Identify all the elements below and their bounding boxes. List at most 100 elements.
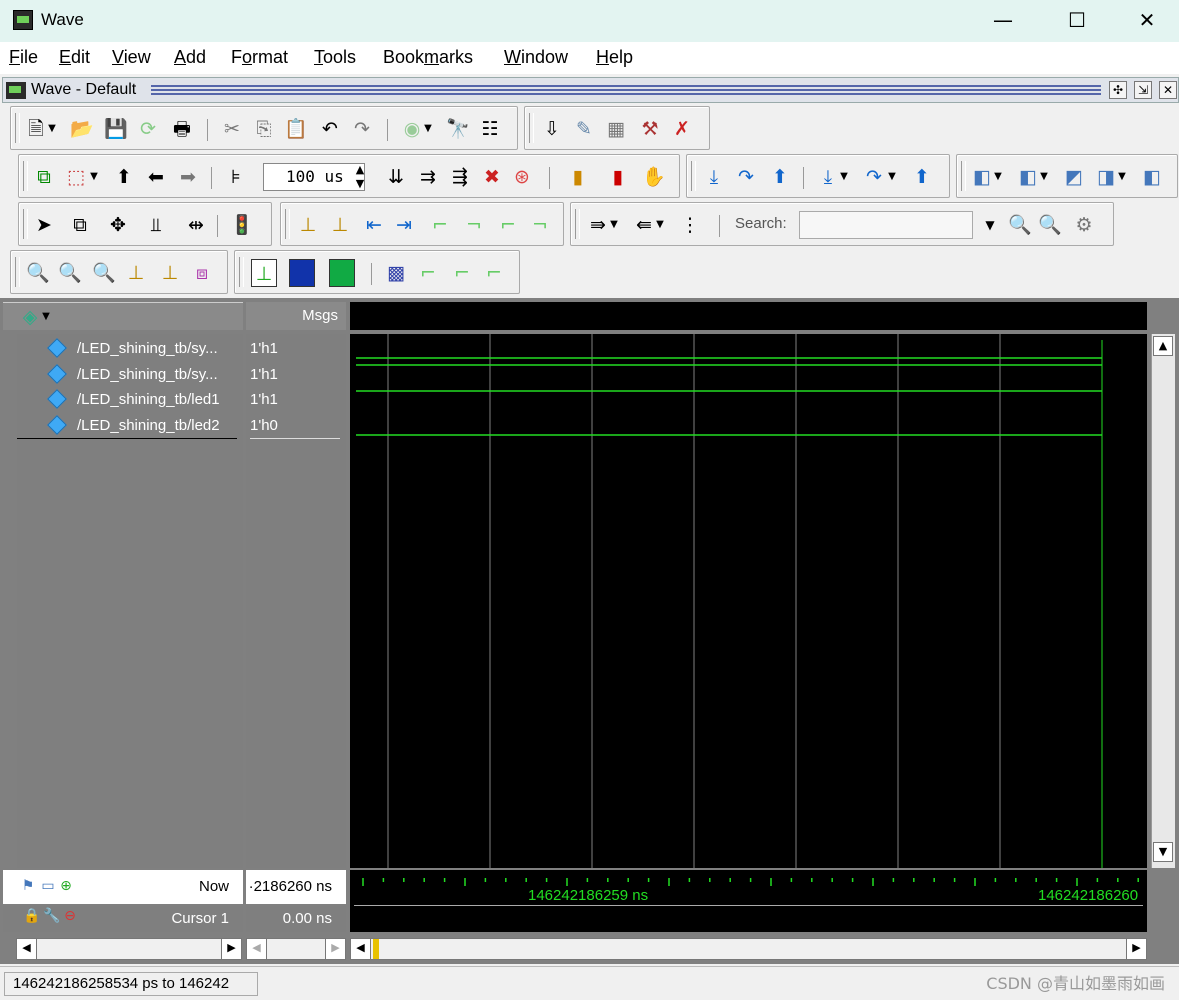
simulate-icon[interactable]: ⬚: [63, 163, 89, 191]
wave-bus-icon[interactable]: [289, 259, 315, 287]
run-length-input[interactable]: 100 us: [263, 163, 365, 191]
vertical-scrollbar[interactable]: ▲ ▼: [1151, 334, 1175, 868]
wave-window-titlebar[interactable]: Wave - Default ✣ ⇲ ✕: [2, 77, 1179, 103]
close-button[interactable]: ✕: [1112, 0, 1179, 42]
dropdown-arrow-icon[interactable]: ▼: [87, 163, 101, 191]
grid-icon[interactable]: ▦: [603, 115, 629, 143]
minimize-button[interactable]: —: [968, 0, 1038, 42]
wave-hscrollbar[interactable]: ◀ ▶: [350, 938, 1147, 960]
wave-fill-icon[interactable]: ▩: [383, 259, 409, 287]
open-folder-icon[interactable]: 📂: [69, 115, 95, 143]
dropdown-arrow-icon[interactable]: ▼: [1115, 163, 1129, 191]
run-icon[interactable]: ⇊: [383, 163, 409, 191]
print-icon[interactable]: 🖶: [169, 115, 195, 143]
edge-rise-icon[interactable]: ⌐: [427, 211, 453, 239]
zoom-full-icon[interactable]: 🔍: [91, 259, 117, 287]
layout-more-icon[interactable]: ◧: [1139, 163, 1165, 191]
wave-line-icon[interactable]: ⊥: [251, 259, 277, 287]
stop-icon[interactable]: ⊛: [509, 163, 535, 191]
dropdown-arrow-icon[interactable]: ▼: [885, 163, 899, 191]
scroll-down-icon[interactable]: ▼: [1153, 842, 1173, 862]
hand-icon[interactable]: ✋: [641, 163, 667, 191]
zoom-out-icon[interactable]: 🔍: [57, 259, 83, 287]
dropdown-arrow-icon[interactable]: ▼: [837, 163, 851, 191]
menu-add[interactable]: Add: [174, 47, 206, 68]
layout-config-icon[interactable]: ◩: [1061, 163, 1087, 191]
step-over-icon[interactable]: ↷: [733, 163, 759, 191]
scroll-right-icon[interactable]: ▶: [221, 939, 241, 959]
back-arrow-icon[interactable]: ⬅: [143, 163, 169, 191]
menu-bookmarks[interactable]: Bookmarks: [383, 47, 473, 68]
redo-icon[interactable]: ↷: [349, 115, 375, 143]
search-dropdown-icon[interactable]: ▼: [977, 211, 1003, 239]
run-length-spinner[interactable]: ▲ ▼: [351, 163, 369, 191]
scroll-left-icon[interactable]: ◀: [17, 939, 37, 959]
close-pane-icon[interactable]: ✕: [1159, 81, 1177, 99]
undo-icon[interactable]: ↶: [317, 115, 343, 143]
edit-mode-icon[interactable]: ⫫: [143, 211, 169, 239]
wave-step3-icon[interactable]: ⌐: [481, 259, 507, 287]
add-cursor-green-icon[interactable]: ⊕: [53, 872, 79, 900]
names-hscrollbar[interactable]: ◀ ▶: [16, 938, 242, 960]
dropdown-arrow-icon[interactable]: ▼: [1037, 163, 1051, 191]
edge-next-icon[interactable]: ¬: [527, 211, 553, 239]
remove-cursor-icon[interactable]: ⊖: [57, 902, 83, 930]
dropdown-arrow-icon[interactable]: ▼: [421, 115, 435, 143]
list-icon[interactable]: ☷: [477, 115, 503, 143]
scroll-right-icon[interactable]: ▶: [325, 939, 345, 959]
break-icon[interactable]: ✖: [479, 163, 505, 191]
search-next-icon[interactable]: 🔍: [1007, 211, 1033, 239]
dropdown-arrow-icon[interactable]: ▼: [607, 211, 621, 239]
binoculars-icon[interactable]: 🔭: [445, 115, 471, 143]
signal-row[interactable]: /LED_shining_tb/led1: [17, 387, 243, 412]
memory-icon[interactable]: ▮: [605, 163, 631, 191]
prev-edge-icon[interactable]: ⇤: [361, 211, 387, 239]
up-arrow-icon[interactable]: ⬆: [111, 163, 137, 191]
reload-icon[interactable]: ⟳: [135, 115, 161, 143]
save-icon[interactable]: 💾: [103, 115, 129, 143]
dock-icon[interactable]: ✣: [1109, 81, 1127, 99]
step-out-wave-icon[interactable]: ⬆: [909, 163, 935, 191]
scroll-right-icon[interactable]: ▶: [1126, 939, 1146, 959]
dropdown-arrow-icon[interactable]: ▼: [991, 163, 1005, 191]
combine-icon[interactable]: ⋮: [677, 211, 703, 239]
paste-icon[interactable]: 📋: [283, 115, 309, 143]
pan-mode-icon[interactable]: ✥: [105, 211, 131, 239]
zoom-cursor-icon[interactable]: ⊥: [123, 259, 149, 287]
wave-step-icon[interactable]: ⌐: [415, 259, 441, 287]
scroll-left-icon[interactable]: ◀: [351, 939, 371, 959]
menu-view[interactable]: View: [112, 47, 151, 68]
zoom-mode-icon[interactable]: ⧉: [67, 211, 93, 239]
search-options-icon[interactable]: ⚙: [1071, 211, 1097, 239]
edge-prev-icon[interactable]: ⌐: [495, 211, 521, 239]
zoom-in-icon[interactable]: 🔍: [25, 259, 51, 287]
continue-run-icon[interactable]: ⇉: [415, 163, 441, 191]
delete-cursor-icon[interactable]: ⊥: [327, 211, 353, 239]
tools-icon[interactable]: ⚒: [637, 115, 663, 143]
zoom-range-icon[interactable]: ⊥: [157, 259, 183, 287]
menu-file[interactable]: File: [9, 47, 38, 68]
select-mode-icon[interactable]: ➤: [31, 211, 57, 239]
menu-help[interactable]: Help: [596, 47, 633, 68]
insert-icon[interactable]: ⇩: [539, 115, 565, 143]
wave-grid-icon[interactable]: [329, 259, 355, 287]
next-edge-icon[interactable]: ⇥: [391, 211, 417, 239]
zoom-area-icon[interactable]: ⧈: [189, 259, 215, 287]
scroll-up-icon[interactable]: ▲: [1153, 336, 1173, 356]
menu-window[interactable]: Window: [504, 47, 568, 68]
edge-fall-icon[interactable]: ¬: [461, 211, 487, 239]
dropdown-arrow-icon[interactable]: ▼: [653, 211, 667, 239]
dropdown-arrow-icon[interactable]: ▼: [45, 115, 59, 143]
add-cursor-icon[interactable]: ⊥: [295, 211, 321, 239]
menu-format[interactable]: Format: [231, 47, 288, 68]
delete-icon[interactable]: ✗: [669, 115, 695, 143]
undock-icon[interactable]: ⇲: [1134, 81, 1152, 99]
wave-pane[interactable]: [350, 334, 1147, 868]
forward-arrow-icon[interactable]: ➡: [175, 163, 201, 191]
signal-row[interactable]: /LED_shining_tb/sy...: [17, 362, 243, 387]
dropdown-arrow-icon[interactable]: ▼: [39, 303, 53, 331]
stretch-mode-icon[interactable]: ⇹: [183, 211, 209, 239]
menu-tools[interactable]: Tools: [314, 47, 356, 68]
search-prev-icon[interactable]: 🔍: [1037, 211, 1063, 239]
signal-row[interactable]: /LED_shining_tb/led2: [17, 413, 243, 438]
